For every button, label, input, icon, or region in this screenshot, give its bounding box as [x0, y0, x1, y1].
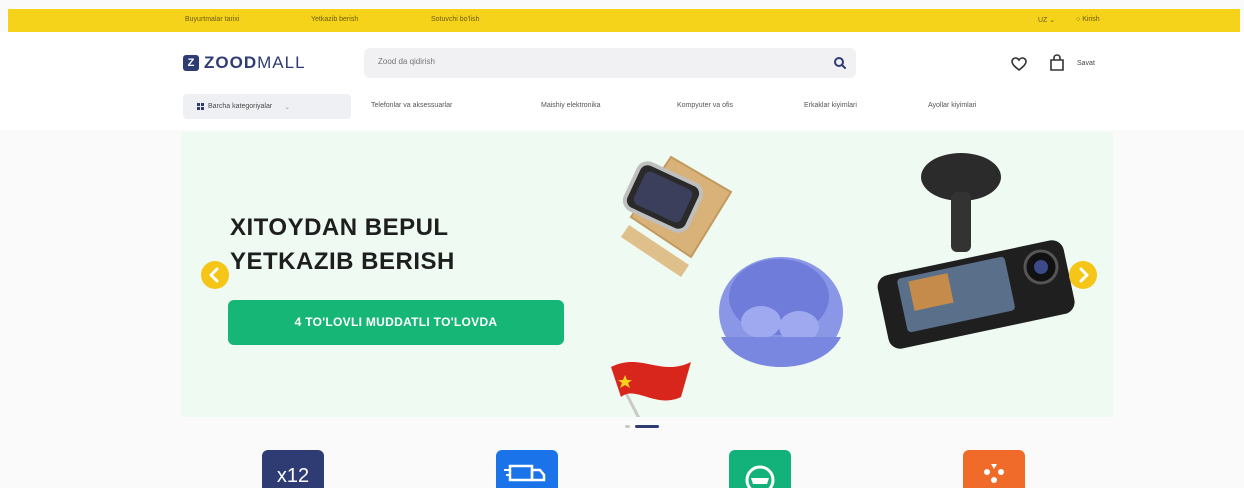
hero-banner[interactable]: XITOYDAN BEPUL YETKAZIB BERISH 4 TO'LOVL… [181, 132, 1113, 417]
feature-promotion[interactable] [963, 450, 1025, 488]
login-label: Kirish [1082, 16, 1100, 23]
category-nav: Barcha kategoriyalar ⌄ Telefonlar va aks… [0, 94, 1244, 122]
topbar-link-sell[interactable]: Sotuvchi bo'lish [431, 16, 479, 23]
feature-price[interactable] [729, 450, 791, 488]
nav-item-women-clothing[interactable]: Ayollar kiyimlari [928, 102, 977, 109]
logo-text: ZOODMALL [204, 53, 306, 73]
zoodmall-home-page: Buyurtmalar tarixi Yetkazib berish Sotuv… [0, 0, 1244, 488]
topbar-link-delivery[interactable]: Yetkazib berish [311, 16, 358, 23]
prev-slide-button[interactable] [201, 261, 229, 289]
nav-item-computers[interactable]: Kompyuter va ofis [677, 102, 733, 109]
feature-installment[interactable]: x12 [262, 450, 324, 488]
top-bar: Buyurtmalar tarixi Yetkazib berish Sotuv… [8, 9, 1240, 32]
login-link[interactable]: ○ Kirish [1076, 16, 1100, 23]
topbar-link-orders[interactable]: Buyurtmalar tarixi [185, 16, 239, 23]
feature-delivery[interactable] [496, 450, 558, 488]
next-slide-button[interactable] [1069, 261, 1097, 289]
logo-mark: Z [183, 55, 199, 71]
delivery-truck-icon [504, 464, 546, 482]
search-input[interactable] [378, 57, 778, 66]
smartwatch-image [621, 155, 733, 277]
banner-cta-button[interactable]: 4 TO'LOVLI MUDDATLI TO'LOVDA [228, 300, 564, 345]
logo[interactable]: Z ZOODMALL [183, 53, 306, 73]
chevron-left-icon [209, 267, 219, 283]
shopping-bag-icon[interactable] [1047, 53, 1067, 73]
chevron-right-icon [1079, 267, 1089, 283]
banner-title: XITOYDAN BEPUL YETKAZIB BERISH [230, 214, 455, 275]
price-tag-icon [745, 465, 775, 488]
product-collage-image [611, 155, 843, 417]
search-icon[interactable] [832, 55, 848, 71]
slide-dot-active[interactable] [635, 425, 659, 428]
nav-item-men-clothing[interactable]: Erkaklar kiyimlari [804, 102, 857, 109]
language-selector[interactable]: UZ ⌄ [1038, 16, 1055, 24]
header: Z ZOODMALL Savat Barcha kategoriyalar ⌄ … [0, 32, 1244, 130]
slide-indicator [625, 425, 659, 428]
logo-text-bold: ZOOD [204, 53, 258, 72]
nav-item-phones[interactable]: Telefonlar va aksessuarlar [371, 102, 452, 109]
earbuds-image [719, 257, 843, 367]
all-categories-label: Barcha kategoriyalar [208, 103, 273, 110]
chevron-down-icon: ⌄ [284, 103, 291, 111]
language-value: UZ [1038, 17, 1048, 24]
x12-installment-icon: x12 [277, 465, 309, 487]
grid-icon [197, 103, 204, 110]
china-flag-image [611, 362, 691, 417]
logo-text-light: MALL [257, 53, 306, 72]
basket-label[interactable]: Savat [1077, 60, 1095, 67]
nav-item-electronics[interactable]: Maishiy elektronika [541, 102, 601, 109]
dashcam-image [877, 153, 1075, 349]
heart-icon[interactable] [1010, 56, 1028, 72]
feature-installment-label: x12 [277, 465, 309, 487]
slide-dot[interactable] [625, 425, 630, 428]
promotion-icon [984, 464, 1004, 483]
search-bar [364, 48, 856, 78]
all-categories-button[interactable]: Barcha kategoriyalar ⌄ [183, 94, 351, 119]
